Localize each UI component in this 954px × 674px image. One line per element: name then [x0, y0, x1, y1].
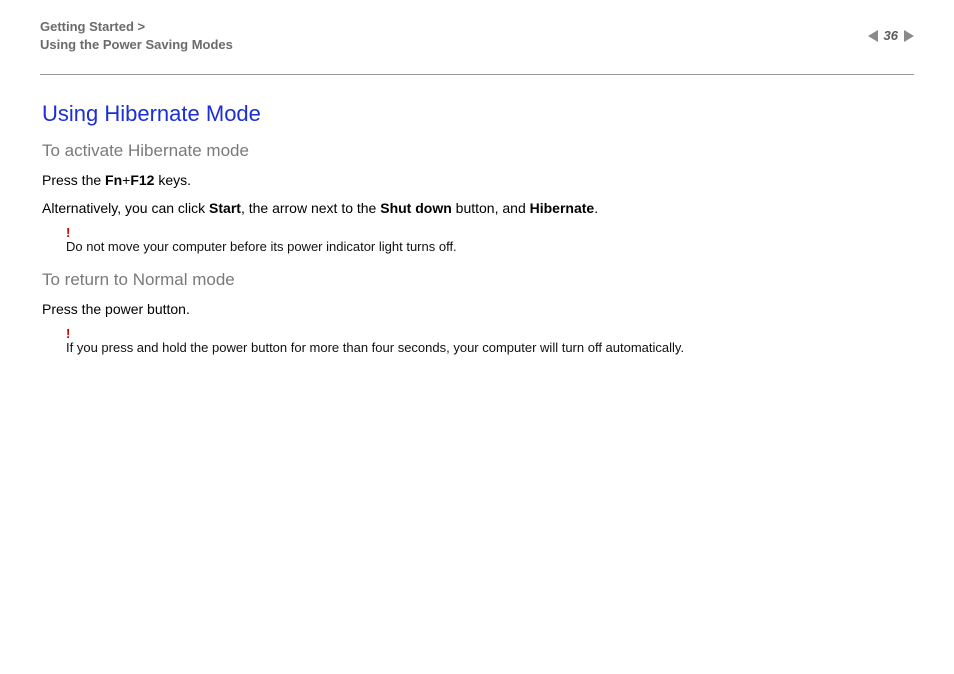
caution-icon: !	[66, 227, 914, 239]
section-title: Using Hibernate Mode	[42, 101, 914, 127]
subheading-activate: To activate Hibernate mode	[42, 141, 914, 161]
text: Press the	[42, 172, 105, 188]
breadcrumb-current[interactable]: Using the Power Saving Modes	[40, 36, 914, 54]
text: button, and	[452, 200, 530, 216]
activate-instruction-keys: Press the Fn+F12 keys.	[42, 171, 914, 189]
document-page: Getting Started > Using the Power Saving…	[0, 0, 954, 674]
breadcrumb-root[interactable]: Getting Started >	[40, 18, 914, 36]
breadcrumb: Getting Started > Using the Power Saving…	[40, 18, 914, 54]
return-instruction: Press the power button.	[42, 300, 914, 318]
hibernate-label: Hibernate	[530, 200, 595, 216]
header-divider	[40, 74, 914, 75]
caution-text: If you press and hold the power button f…	[66, 340, 914, 355]
shutdown-label: Shut down	[380, 200, 452, 216]
text: .	[594, 200, 598, 216]
next-page-icon[interactable]	[904, 30, 914, 42]
caution-icon: !	[66, 328, 914, 340]
text: , the arrow next to the	[241, 200, 380, 216]
text: keys.	[154, 172, 191, 188]
key-fn: Fn	[105, 172, 122, 188]
previous-page-icon[interactable]	[868, 30, 878, 42]
caution-text: Do not move your computer before its pow…	[66, 239, 914, 254]
key-f12: F12	[130, 172, 154, 188]
page-header: Getting Started > Using the Power Saving…	[40, 18, 914, 68]
caution-note: ! If you press and hold the power button…	[66, 328, 914, 355]
subheading-return: To return to Normal mode	[42, 270, 914, 290]
page-number: 36	[884, 28, 898, 43]
page-content: Using Hibernate Mode To activate Hiberna…	[40, 101, 914, 355]
activate-instruction-start-menu: Alternatively, you can click Start, the …	[42, 199, 914, 217]
text: Alternatively, you can click	[42, 200, 209, 216]
start-label: Start	[209, 200, 241, 216]
page-navigator: 36	[868, 28, 914, 43]
caution-note: ! Do not move your computer before its p…	[66, 227, 914, 254]
